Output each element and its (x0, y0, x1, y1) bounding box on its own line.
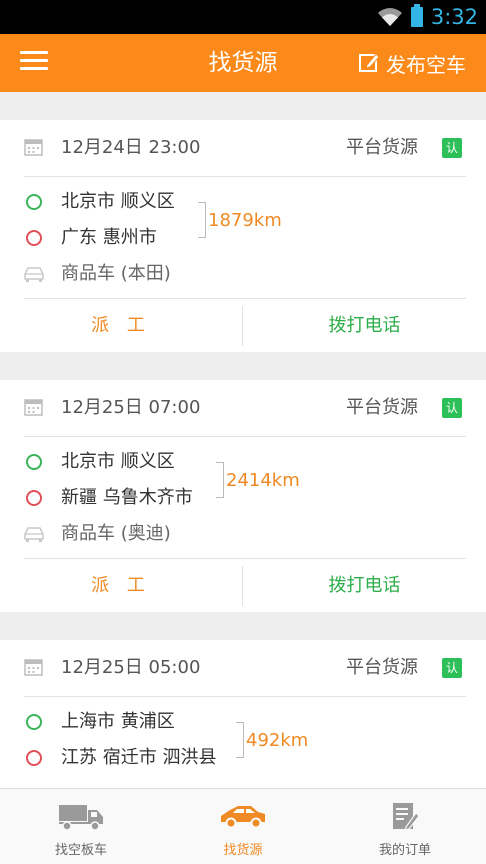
pickup-time: 12月25日 07:00 (61, 397, 201, 418)
vehicle-row: 商品车 (本田) (0, 256, 486, 292)
destination-location: 广东 惠州市 (61, 227, 157, 248)
route-bracket (216, 462, 224, 498)
card-header: 12月25日 05:00 平台货源 认 (0, 640, 486, 696)
car-outline-icon (24, 267, 44, 282)
cargo-card[interactable]: 12月24日 23:00 平台货源 认 北京市 顺义区 广东 惠州市 1879k… (0, 120, 486, 352)
origin-location: 北京市 顺义区 (61, 451, 175, 472)
status-bar: 3:32 (0, 0, 486, 34)
tab-find-cargo[interactable]: 找货源 (162, 789, 324, 864)
destination-location: 江苏 宿迁市 泗洪县 (61, 747, 217, 768)
cargo-source: 平台货源 (346, 657, 418, 678)
cargo-list[interactable]: 12月24日 23:00 平台货源 认 北京市 顺义区 广东 惠州市 1879k… (0, 92, 486, 788)
verified-badge: 认 (442, 398, 462, 418)
destination-dot-icon (26, 750, 42, 766)
calendar-icon (24, 399, 43, 416)
tab-label: 我的订单 (378, 843, 431, 858)
vehicle-row: 商品车 (奥迪) (0, 516, 486, 552)
battery-icon (410, 4, 423, 27)
app-bar: 找货源 发布空车 (0, 34, 486, 92)
divider (24, 696, 466, 697)
dispatch-button[interactable]: 派 工 (0, 300, 242, 352)
calendar-icon (24, 659, 43, 676)
cargo-card[interactable]: 12月25日 07:00 平台货源 认 北京市 顺义区 新疆 乌鲁木齐市 241… (0, 380, 486, 612)
car-outline-icon (24, 527, 44, 542)
call-button[interactable]: 拨打电话 (243, 300, 486, 352)
divider (24, 436, 466, 437)
route-distance: 2414km (226, 470, 300, 491)
menu-button[interactable] (20, 51, 48, 75)
destination-dot-icon (26, 490, 42, 506)
origin-dot-icon (26, 194, 42, 210)
route-distance: 492km (246, 730, 309, 751)
vehicle-type: 商品车 (本田) (61, 263, 171, 284)
truck-icon (59, 805, 103, 831)
origin-dot-icon (26, 454, 42, 470)
divider (24, 176, 466, 177)
card-actions: 派 工 拨打电话 (0, 300, 486, 352)
card-header: 12月24日 23:00 平台货源 认 (0, 120, 486, 176)
cargo-source: 平台货源 (346, 137, 418, 158)
verified-badge: 认 (442, 658, 462, 678)
tab-label: 找货源 (223, 843, 263, 858)
verified-badge: 认 (442, 138, 462, 158)
tab-my-orders[interactable]: 我的订单 (324, 789, 486, 864)
publish-empty-truck-button[interactable]: 发布空车 (358, 34, 466, 92)
divider (24, 558, 466, 559)
tab-find-empty-truck[interactable]: 找空板车 (0, 789, 162, 864)
route-distance: 1879km (208, 210, 282, 231)
calendar-icon (24, 139, 43, 156)
car-icon (221, 806, 265, 829)
cargo-card[interactable]: 12月25日 05:00 平台货源 认 上海市 黄浦区 江苏 宿迁市 泗洪县 4… (0, 640, 486, 788)
call-button[interactable]: 拨打电话 (243, 560, 486, 612)
cargo-source: 平台货源 (346, 397, 418, 418)
bottom-tab-bar: 找空板车 找货源 我的订单 (0, 788, 486, 864)
card-header: 12月25日 07:00 平台货源 认 (0, 380, 486, 436)
divider (24, 298, 466, 299)
dispatch-button[interactable]: 派 工 (0, 560, 242, 612)
destination-location: 新疆 乌鲁木齐市 (61, 487, 193, 508)
origin-location: 北京市 顺义区 (61, 191, 175, 212)
card-actions: 派 工 拨打电话 (0, 560, 486, 612)
route-bracket (236, 722, 244, 758)
order-list-icon (393, 803, 420, 831)
clock: 3:32 (430, 5, 478, 29)
destination-dot-icon (26, 230, 42, 246)
route-bracket (198, 202, 206, 238)
publish-label: 发布空车 (386, 52, 466, 77)
origin-location: 上海市 黄浦区 (61, 711, 175, 732)
vehicle-type: 商品车 (奥迪) (61, 523, 171, 544)
pickup-time: 12月24日 23:00 (61, 137, 201, 158)
edit-icon (359, 53, 380, 72)
origin-dot-icon (26, 714, 42, 730)
tab-label: 找空板车 (54, 843, 107, 858)
wifi-icon (377, 8, 402, 26)
pickup-time: 12月25日 05:00 (61, 657, 201, 678)
